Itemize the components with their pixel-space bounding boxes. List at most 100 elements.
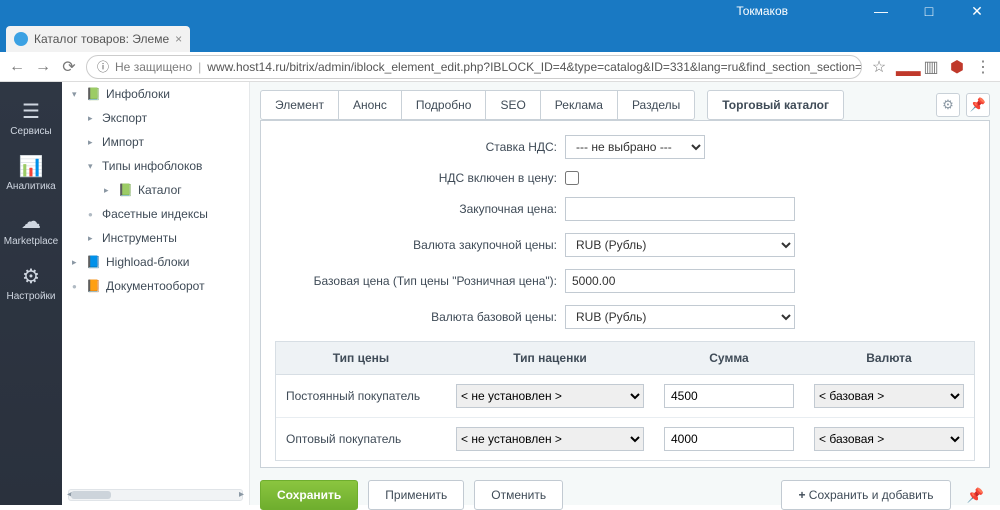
window-close-button[interactable]: ✕ [962,3,992,20]
window-maximize-button[interactable]: □ [914,3,944,19]
browser-menu-icon[interactable]: ⋮ [974,57,992,77]
insecure-label: Не защищено [115,60,192,74]
currency-select[interactable]: < базовая > [814,384,964,408]
base-currency-label: Валюта базовой цены: [275,310,565,324]
tree-horizontal-scrollbar[interactable]: ◂ ▸ [68,489,243,501]
base-price-input[interactable] [565,269,795,293]
tree-item-export[interactable]: ▸Экспорт [62,106,249,130]
extension-icon[interactable]: ⬢ [948,57,966,77]
tree-item-iblock-types[interactable]: ▾Типы инфоблоков [62,154,249,178]
currency-select[interactable]: < базовая > [814,427,964,451]
save-button[interactable]: Сохранить [260,480,358,510]
col-currency: Валюта [804,342,974,374]
form-panel: Ставка НДС: --- не выбрано --- НДС включ… [260,120,990,468]
price-row: Оптовый покупатель < не установлен > < б… [276,418,974,460]
address-bar[interactable]: ⓘ Не защищено | www.host14.ru/bitrix/adm… [86,55,862,79]
save-and-add-button[interactable]: Сохранить и добавить [781,480,950,510]
rail-item-analytics[interactable]: 📊 Аналитика [0,147,62,202]
tab-ads[interactable]: Реклама [540,90,617,120]
bookmark-star-icon[interactable]: ☆ [870,57,888,77]
tab-trade-catalog[interactable]: Торговый каталог [707,90,844,120]
cancel-button[interactable]: Отменить [474,480,563,510]
tree-item-highload[interactable]: ▸📘Highload-блоки [62,250,249,274]
purchase-price-label: Закупочная цена: [275,202,565,216]
gear-icon: ⚙ [22,267,40,287]
tab-settings-button[interactable]: ⚙ [936,93,960,117]
main-content: Элемент Анонс Подробно SEO Реклама Разде… [250,82,1000,505]
tab-seo[interactable]: SEO [485,90,539,120]
chevron-right-icon: ▸ [88,137,96,148]
admin-tree: ▾📗Инфоблоки ▸Экспорт ▸Импорт ▾Типы инфоб… [62,82,250,505]
tab-detail[interactable]: Подробно [401,90,486,120]
col-markup-type: Тип наценки [446,342,654,374]
window-title-bar: Токмаков — □ ✕ [0,0,1000,22]
vat-label: Ставка НДС: [275,140,565,154]
base-currency-select[interactable]: RUB (Рубль) [565,305,795,329]
admin-rail: ☰ Сервисы 📊 Аналитика ☁ Marketplace ⚙ На… [0,82,62,505]
window-username: Токмаков [736,4,788,18]
apply-button[interactable]: Применить [368,480,464,510]
window-minimize-button[interactable]: — [866,3,896,19]
rail-item-settings[interactable]: ⚙ Настройки [0,257,62,312]
browser-address-row: ← → ⟳ ⓘ Не защищено | www.host14.ru/bitr… [0,52,1000,82]
tab-pin-button[interactable]: 📌 [966,93,990,117]
base-price-label: Базовая цена (Тип цены "Розничная цена")… [275,274,565,288]
purchase-currency-select[interactable]: RUB (Рубль) [565,233,795,257]
stack-icon: ☰ [22,102,40,122]
sum-input[interactable] [664,384,794,408]
form-footer: Сохранить Применить Отменить Сохранить и… [260,480,990,510]
markup-select[interactable]: < не установлен > [456,384,644,408]
scrollbar-thumb[interactable] [71,491,111,499]
price-row-type: Оптовый покупатель [276,423,446,455]
footer-pin-icon[interactable]: 📌 [961,487,990,504]
markup-select[interactable]: < не установлен > [456,427,644,451]
form-tabs: Элемент Анонс Подробно SEO Реклама Разде… [250,82,1000,120]
rail-item-label: Настройки [6,291,55,302]
purchase-price-input[interactable] [565,197,795,221]
address-url: www.host14.ru/bitrix/admin/iblock_elemen… [207,60,862,74]
browser-tab-title: Каталог товаров: Элеме [34,32,169,46]
nav-reload-icon[interactable]: ⟳ [60,57,78,77]
chevron-right-icon: ▸ [72,257,80,268]
tab-element[interactable]: Элемент [260,90,338,120]
col-price-type: Тип цены [276,342,446,374]
extension-icon[interactable]: ▂▂ [896,57,914,77]
purchase-currency-label: Валюта закупочной цены: [275,238,565,252]
rail-item-label: Аналитика [6,181,56,192]
chevron-right-icon: ▸ [104,185,112,196]
vat-included-checkbox[interactable] [565,171,579,185]
vat-select[interactable]: --- не выбрано --- [565,135,705,159]
rail-item-services[interactable]: ☰ Сервисы [0,92,62,147]
tab-anons[interactable]: Анонс [338,90,401,120]
nav-back-icon[interactable]: ← [8,58,26,76]
tab-sections[interactable]: Разделы [617,90,695,120]
insecure-icon: ⓘ [97,58,109,75]
col-sum: Сумма [654,342,804,374]
rail-item-label: Marketplace [4,236,58,247]
tree-item-facet-indexes[interactable]: ●Фасетные индексы [62,202,249,226]
chevron-down-icon: ▾ [88,161,96,172]
chart-icon: 📊 [19,157,44,177]
nav-forward-icon[interactable]: → [34,58,52,76]
browser-tab-close-icon[interactable]: × [175,32,182,46]
tree-item-tools[interactable]: ▸Инструменты [62,226,249,250]
favicon-icon [14,32,28,46]
scroll-right-icon[interactable]: ▸ [239,489,244,500]
browser-tab[interactable]: Каталог товаров: Элеме × [6,26,190,52]
cloud-icon: ☁ [21,212,41,232]
book-icon: 📙 [86,279,100,293]
browser-tabs-row: Каталог товаров: Элеме × [0,22,1000,52]
tree-item-catalog[interactable]: ▸📗Каталог [62,178,249,202]
extension-icon[interactable]: ▥ [922,57,940,77]
pin-icon: 📌 [970,97,986,113]
rail-item-marketplace[interactable]: ☁ Marketplace [0,202,62,257]
sum-input[interactable] [664,427,794,451]
tree-item-workflow[interactable]: ●📙Документооборот [62,274,249,298]
tree-item-infoblocks[interactable]: ▾📗Инфоблоки [62,82,249,106]
rail-item-label: Сервисы [10,126,51,137]
price-row-type: Постоянный покупатель [276,380,446,412]
tree-item-import[interactable]: ▸Импорт [62,130,249,154]
price-table: Тип цены Тип наценки Сумма Валюта Постоя… [275,341,975,461]
price-row: Постоянный покупатель < не установлен > … [276,375,974,418]
gear-icon: ⚙ [942,97,954,113]
